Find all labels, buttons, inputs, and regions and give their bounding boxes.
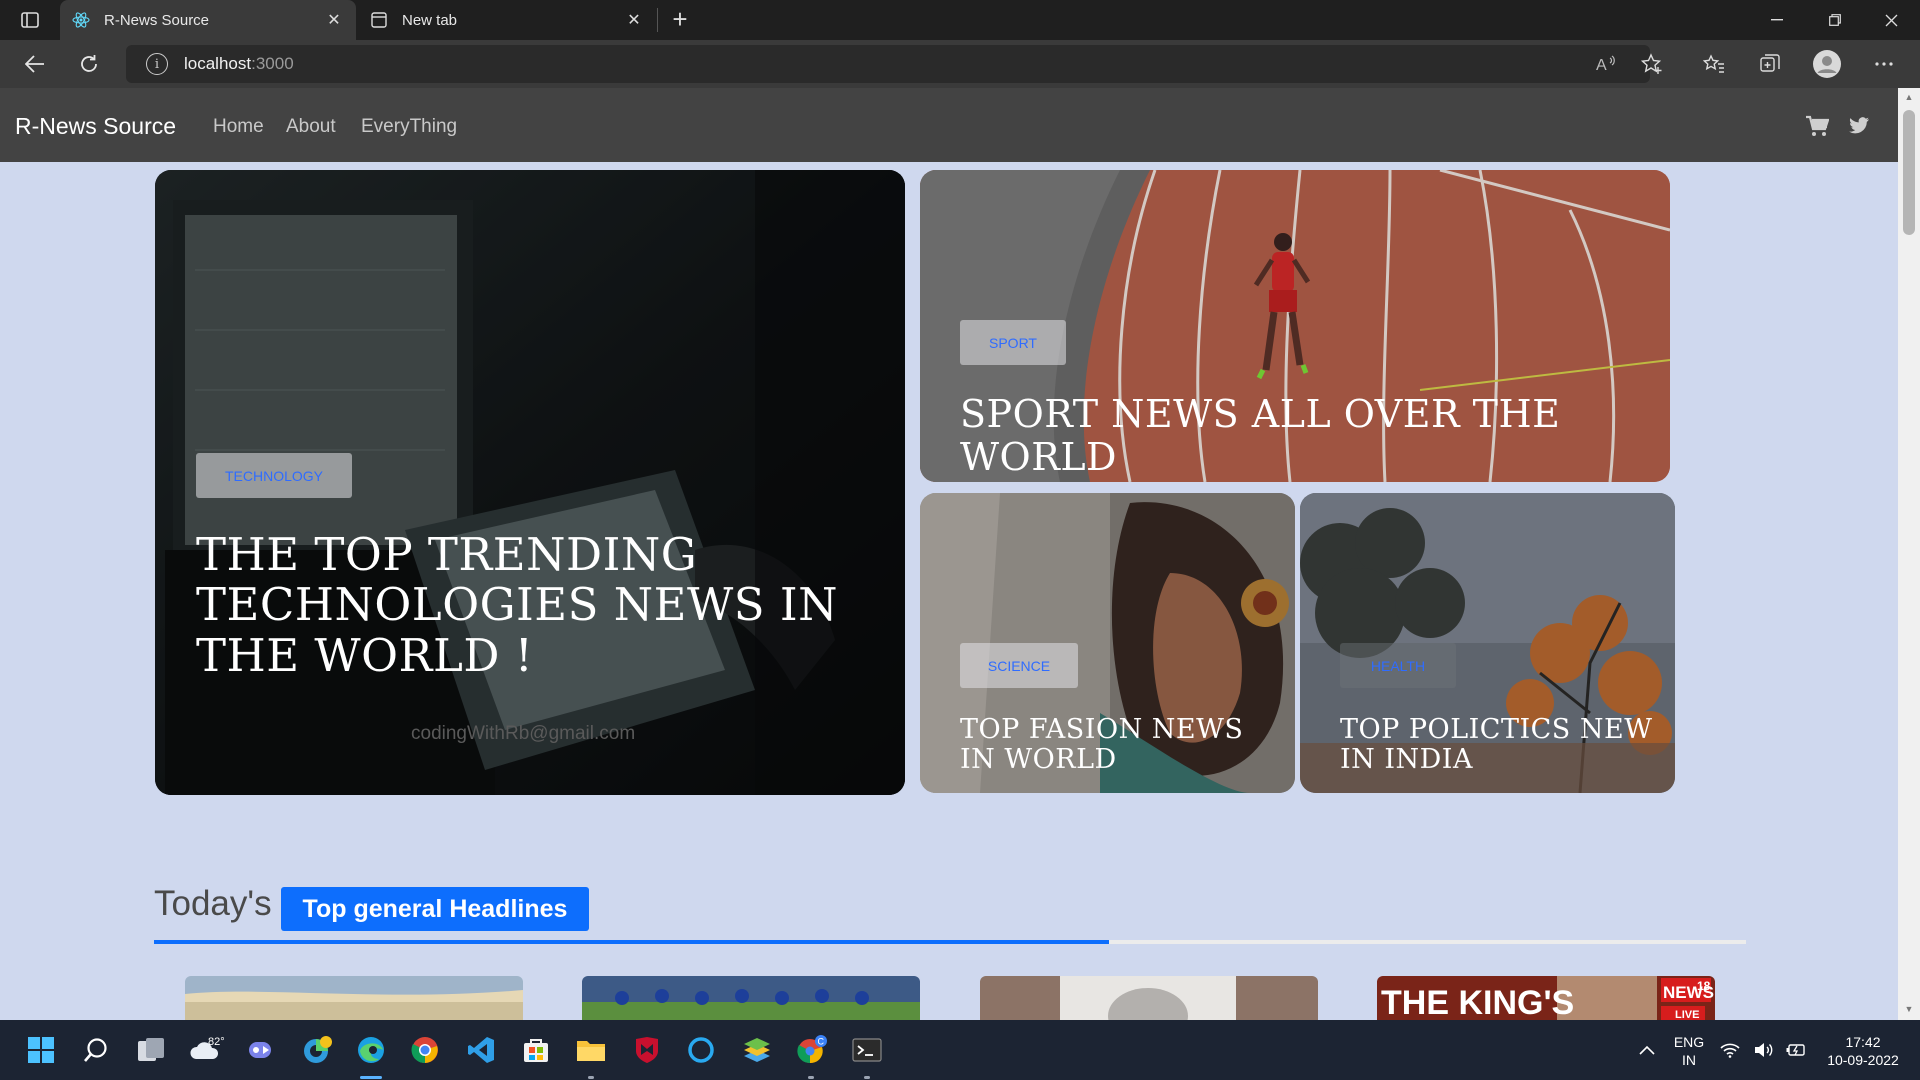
windows-start-icon[interactable]	[24, 1034, 58, 1066]
nav-link-everything[interactable]: EveryThing	[361, 116, 457, 138]
edge-beta-icon[interactable]	[300, 1034, 334, 1066]
tab-title: New tab	[402, 11, 458, 29]
clock-date: 10-09-2022	[1827, 1052, 1899, 1068]
news18-headline-text: THE KING'S	[1381, 984, 1574, 1020]
vscode-icon[interactable]	[464, 1034, 498, 1066]
news-card-thumbnail[interactable]	[980, 976, 1318, 1020]
svg-text:C: C	[818, 1037, 825, 1047]
url-port: :3000	[251, 54, 294, 73]
edge-browser-icon[interactable]	[354, 1034, 388, 1066]
file-explorer-icon[interactable]	[574, 1034, 608, 1066]
react-icon	[72, 11, 90, 29]
terminal-icon[interactable]	[850, 1034, 884, 1066]
more-options-icon[interactable]	[1868, 48, 1900, 80]
new-tab-button[interactable]: +	[666, 6, 694, 34]
news18-live-text: LIVE	[1675, 1009, 1699, 1020]
category-badge-sport: SPORT	[960, 320, 1066, 365]
news-card-thumbnail-news18[interactable]: THE KING'S NEWS 18 LIVE	[1377, 976, 1715, 1020]
clock[interactable]: 17:42 10-09-2022	[1818, 1033, 1908, 1069]
hero-card-sport[interactable]: SPORT SPORT NEWS ALL OVER THE WORLD	[920, 170, 1670, 482]
url-field[interactable]: i localhost:3000	[126, 45, 1650, 83]
chrome-canary-icon[interactable]: C	[795, 1034, 829, 1066]
tab-title: R-News Source	[104, 11, 210, 29]
battery-icon[interactable]	[1784, 1034, 1808, 1066]
collections-icon[interactable]	[1754, 48, 1786, 80]
hero-card-technology[interactable]: TECHNOLOGY THE TOP TRENDING TECHNOLOGIES…	[155, 170, 905, 795]
running-app-indicator	[808, 1076, 814, 1079]
url-host: localhost	[184, 54, 252, 73]
hero-card-politics[interactable]: HEALTH TOP POLICTICS NEW IN INDIA	[1300, 493, 1675, 793]
profile-avatar-icon[interactable]	[1811, 48, 1843, 80]
microsoft-store-icon[interactable]	[519, 1034, 553, 1066]
read-aloud-icon[interactable]: A	[1590, 48, 1622, 80]
author-email: codingWithRb@gmail.com	[411, 723, 636, 744]
hero-title-fashion: TOP FASION NEWS IN WORLD	[960, 714, 1244, 776]
tab-new-tab[interactable]: New tab ✕	[358, 0, 656, 40]
weather-icon[interactable]: 82°	[190, 1034, 224, 1066]
hero-title-sport: SPORT NEWS ALL OVER THE WORLD	[960, 392, 1561, 479]
news18-logo-number: 18	[1697, 979, 1711, 993]
twitter-icon[interactable]	[1846, 114, 1872, 138]
new-tab-page-icon	[370, 11, 388, 29]
section-progress-bar	[154, 940, 1746, 944]
address-toolbar: i localhost:3000 A	[0, 40, 1920, 88]
tab-separator	[657, 8, 658, 32]
section-heading-prefix: Today's	[154, 884, 272, 923]
close-tab-icon[interactable]: ✕	[324, 10, 344, 30]
search-icon[interactable]	[79, 1034, 113, 1066]
refresh-icon[interactable]	[72, 48, 106, 80]
language-region: IN	[1682, 1052, 1696, 1068]
weather-temperature: 82°	[208, 1037, 224, 1048]
scroll-up-arrow-icon[interactable]: ▲	[1904, 92, 1914, 102]
running-app-indicator	[588, 1076, 594, 1079]
hero-title-politics: TOP POLICTICS NEW IN INDIA	[1340, 714, 1653, 776]
category-badge-science: SCIENCE	[960, 643, 1078, 688]
restore-icon[interactable]	[1806, 0, 1864, 40]
teams-chat-icon[interactable]	[244, 1034, 278, 1066]
category-badge-technology: TECHNOLOGY	[196, 453, 352, 498]
hero-card-fashion[interactable]: SCIENCE TOP FASION NEWS IN WORLD	[920, 493, 1295, 793]
bluestacks-icon[interactable]	[740, 1034, 774, 1066]
scrollbar-thumb[interactable]	[1903, 110, 1915, 235]
site-info-icon[interactable]: i	[146, 53, 168, 75]
scroll-down-arrow-icon[interactable]: ▼	[1904, 1004, 1914, 1014]
back-arrow-icon[interactable]	[18, 48, 52, 80]
windows-taskbar: 82° C ENG IN 17:42 10-09-2022	[0, 1020, 1920, 1080]
cortana-icon[interactable]	[684, 1034, 718, 1066]
tab-r-news-source[interactable]: R-News Source ✕	[60, 0, 356, 40]
favorites-icon[interactable]	[1698, 48, 1730, 80]
tab-actions-icon[interactable]	[14, 8, 46, 32]
show-hidden-icons-icon[interactable]	[1630, 1034, 1664, 1066]
section-progress-fill	[154, 940, 1110, 944]
volume-icon[interactable]	[1752, 1034, 1776, 1066]
site-navbar: R-News Source Home About EveryThing	[0, 88, 1898, 162]
chrome-icon[interactable]	[408, 1034, 442, 1066]
minimize-icon[interactable]	[1748, 0, 1806, 40]
news-card-thumbnail[interactable]	[582, 976, 920, 1020]
task-view-icon[interactable]	[134, 1034, 168, 1066]
wifi-icon[interactable]	[1718, 1034, 1742, 1066]
active-app-indicator	[360, 1076, 382, 1079]
close-tab-icon[interactable]: ✕	[624, 10, 644, 30]
svg-text:A: A	[1596, 57, 1607, 73]
clock-time: 17:42	[1845, 1034, 1881, 1050]
cart-icon[interactable]	[1804, 114, 1830, 138]
hero-title-technology: THE TOP TRENDING TECHNOLOGIES NEWS IN TH…	[196, 528, 839, 682]
running-app-indicator	[864, 1076, 870, 1079]
category-badge-health: HEALTH	[1340, 643, 1456, 688]
add-favorite-icon[interactable]	[1636, 48, 1668, 80]
nav-link-about[interactable]: About	[286, 116, 336, 138]
nav-link-home[interactable]: Home	[213, 116, 264, 138]
vertical-scrollbar[interactable]: ▲ ▼	[1898, 88, 1920, 1020]
news-card-thumbnail[interactable]	[185, 976, 523, 1020]
mcafee-icon[interactable]	[630, 1034, 664, 1066]
language-code: ENG	[1673, 1034, 1705, 1050]
close-window-icon[interactable]	[1862, 0, 1920, 40]
brand-link[interactable]: R-News Source	[15, 113, 176, 140]
language-indicator[interactable]: ENG IN	[1672, 1033, 1706, 1069]
section-heading-pill: Top general Headlines	[281, 887, 589, 931]
browser-tab-bar: R-News Source ✕ New tab ✕ +	[0, 0, 1920, 40]
